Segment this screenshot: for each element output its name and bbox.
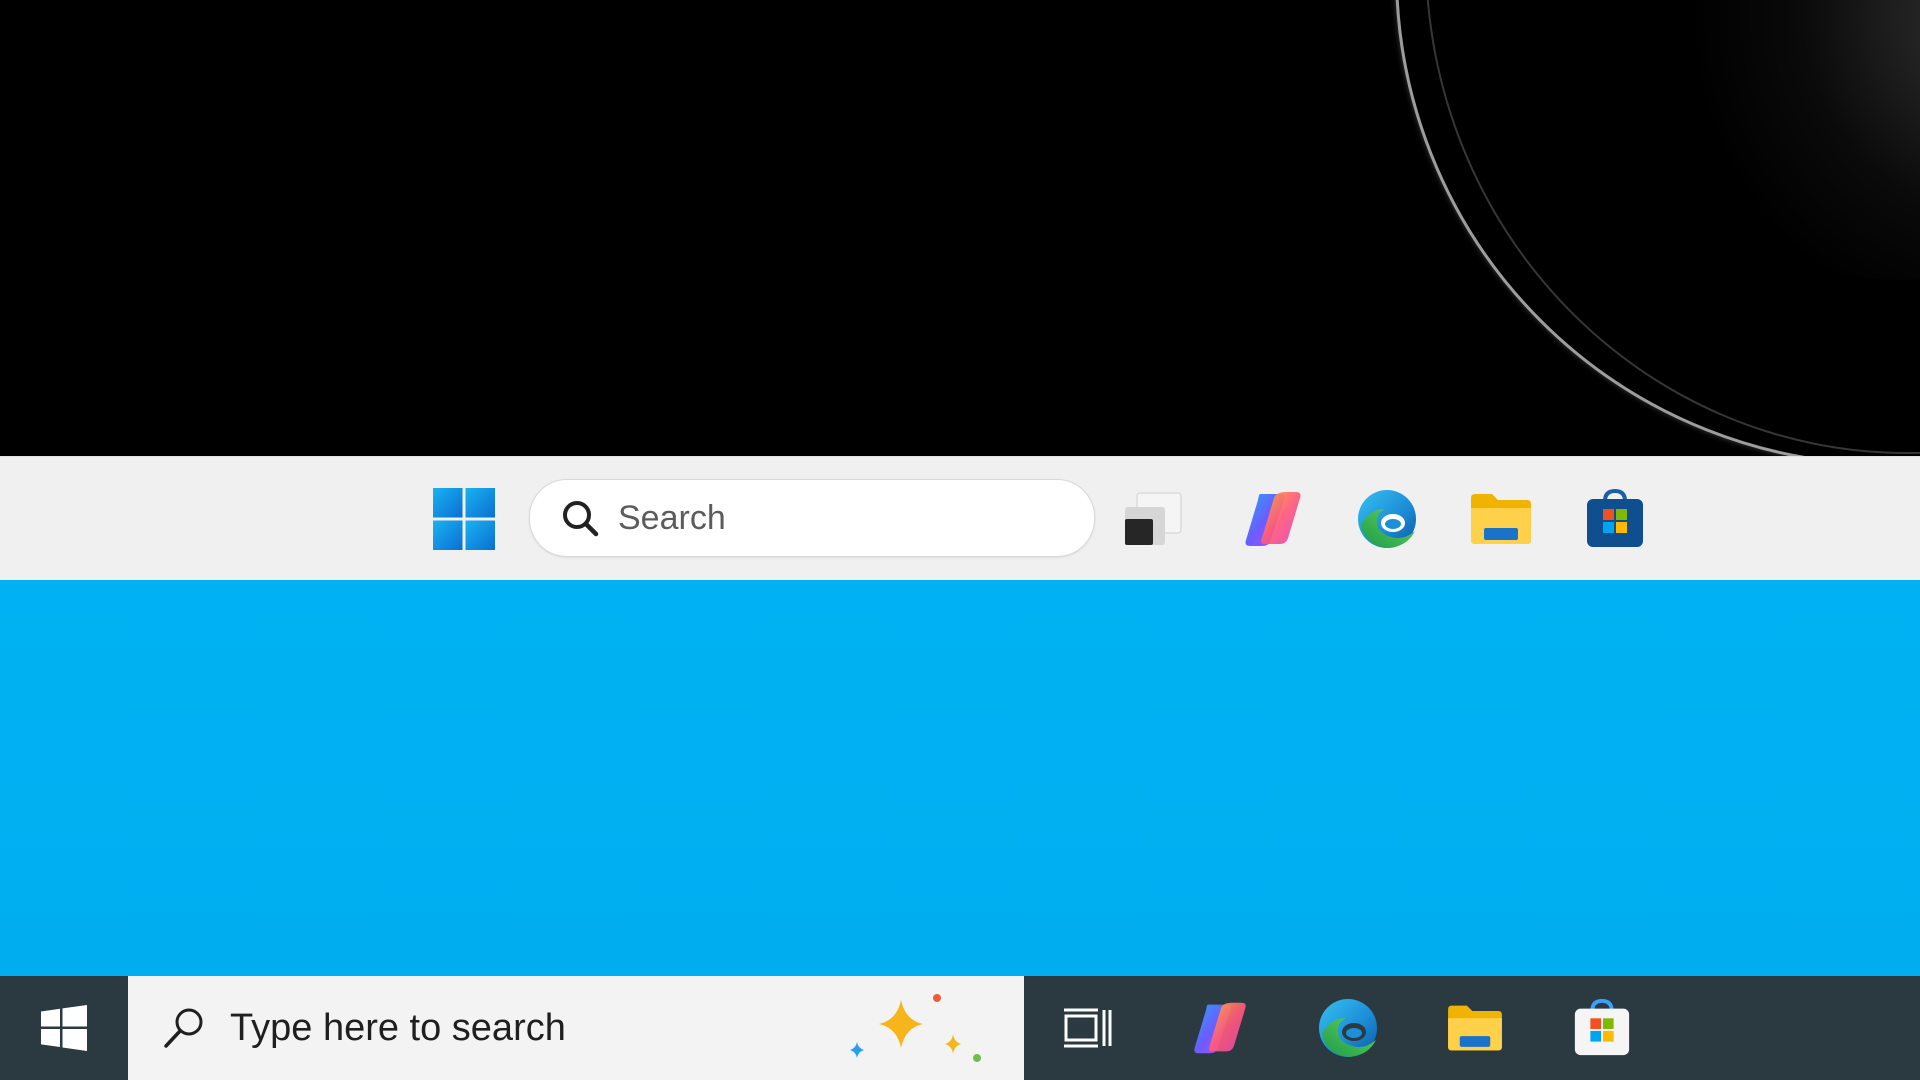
folder-icon — [1471, 494, 1531, 544]
w10-copilot-button[interactable] — [1178, 986, 1262, 1070]
dark-wallpaper — [0, 0, 1920, 456]
blue-wallpaper — [0, 580, 1920, 976]
store-bag-icon — [1574, 998, 1630, 1056]
w11-search-placeholder: Search — [618, 498, 726, 537]
store-bag-icon — [1587, 488, 1643, 547]
windows10-taskbar: Type here to search — [0, 976, 1920, 1080]
edge-icon — [1319, 999, 1377, 1057]
w11-search-box[interactable]: Search — [529, 479, 1095, 557]
w10-start-button[interactable] — [0, 976, 128, 1080]
w11-edge-button[interactable] — [1345, 477, 1429, 561]
folder-icon — [1448, 1005, 1502, 1051]
task-view-icon — [1125, 492, 1182, 545]
w10-edge-button[interactable] — [1306, 986, 1390, 1070]
edge-icon — [1358, 490, 1416, 548]
w10-store-button[interactable] — [1560, 986, 1644, 1070]
w11-store-button[interactable] — [1573, 477, 1657, 561]
windows-11-logo-icon — [433, 488, 495, 550]
copilot-icon — [1245, 492, 1301, 546]
w11-start-button[interactable] — [422, 477, 506, 561]
search-icon — [156, 1000, 212, 1056]
windows-10-logo-icon — [41, 1005, 87, 1051]
w10-task-view-button[interactable] — [1045, 986, 1129, 1070]
w10-search-box[interactable]: Type here to search — [128, 976, 1024, 1080]
w11-copilot-button[interactable] — [1231, 477, 1315, 561]
w10-search-placeholder: Type here to search — [230, 1006, 566, 1049]
w10-file-explorer-button[interactable] — [1433, 986, 1517, 1070]
w11-task-view-button[interactable] — [1110, 477, 1194, 561]
sparkle-icon — [850, 994, 981, 1062]
search-icon — [558, 496, 602, 540]
copilot-icon — [1194, 1002, 1246, 1054]
w11-file-explorer-button[interactable] — [1459, 477, 1543, 561]
task-view-icon — [1064, 1008, 1112, 1048]
windows11-taskbar: Search — [0, 456, 1920, 581]
